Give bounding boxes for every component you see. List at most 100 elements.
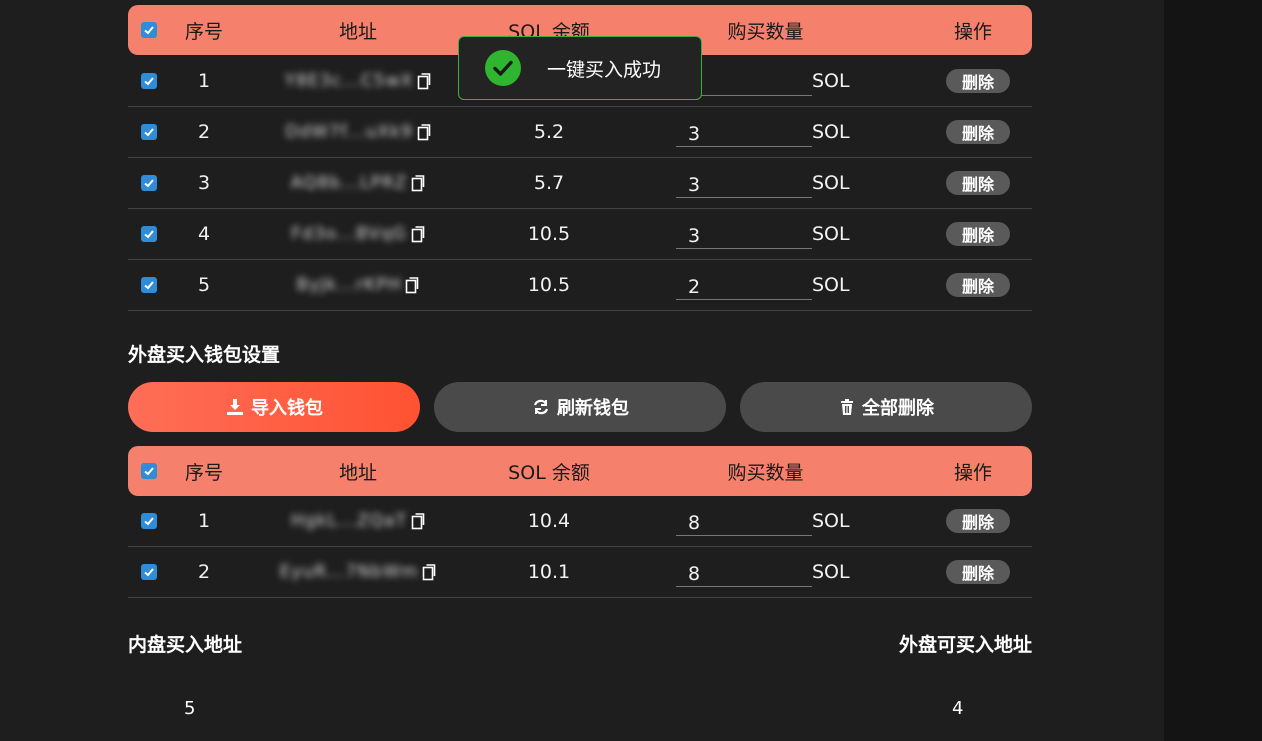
- wallet-address: DdW7f...uXk9: [285, 122, 413, 142]
- buy-quantity-input[interactable]: [676, 557, 812, 587]
- row-index: 3: [197, 172, 211, 194]
- wallet-row: 3 AQ8b...LPRZ 5.7 SOL 删除: [128, 158, 1032, 209]
- header-quantity: 购买数量: [727, 461, 804, 484]
- row-address: AQ8b...LPRZ: [278, 158, 438, 208]
- delete-button[interactable]: 删除: [946, 222, 1010, 246]
- inner-buy-address-count: 5: [184, 698, 196, 719]
- header-action: 操作: [953, 461, 992, 484]
- row-checkbox[interactable]: [138, 107, 160, 157]
- row-unit: SOL: [812, 121, 850, 143]
- row-action: 删除: [943, 56, 1013, 106]
- row-index: 4: [197, 223, 211, 245]
- row-quantity: [676, 260, 814, 310]
- refresh-wallet-button[interactable]: 刷新钱包: [434, 382, 726, 432]
- row-unit: SOL: [812, 172, 850, 194]
- row-balance: 5.7: [533, 172, 565, 194]
- row-checkbox[interactable]: [138, 496, 160, 546]
- outer-table-header: 序号 地址 SOL 余额 购买数量 操作: [128, 446, 1032, 496]
- header-address: 地址: [338, 461, 377, 484]
- header-index: 序号: [184, 461, 223, 484]
- row-checkbox[interactable]: [138, 547, 160, 597]
- copy-icon[interactable]: [417, 123, 431, 141]
- row-unit: SOL: [812, 510, 850, 532]
- row-address: HgkL...ZQaT: [278, 496, 438, 546]
- check-circle-icon: [485, 50, 521, 86]
- buy-quantity-input[interactable]: [676, 219, 812, 249]
- row-checkbox[interactable]: [138, 209, 160, 259]
- row-unit: SOL: [812, 274, 850, 296]
- row-checkbox[interactable]: [138, 260, 160, 310]
- checkbox-checked-icon: [141, 226, 157, 242]
- wallet-address: EyuR...7NbWm: [279, 562, 419, 582]
- wallet-address: Fd3o...BVqG: [291, 224, 407, 244]
- wallet-row: 4 Fd3o...BVqG 10.5 SOL 删除: [128, 209, 1032, 260]
- checkbox-checked-icon: [141, 513, 157, 529]
- row-balance: 10.5: [527, 274, 571, 296]
- delete-button[interactable]: 删除: [946, 509, 1010, 533]
- wallet-row: 2 DdW7f...uXk9 5.2 SOL 删除: [128, 107, 1032, 158]
- import-wallet-button[interactable]: 导入钱包: [128, 382, 420, 432]
- copy-icon[interactable]: [411, 512, 425, 530]
- copy-icon[interactable]: [417, 72, 431, 90]
- row-action: 删除: [943, 107, 1013, 157]
- row-index: 2: [197, 121, 211, 143]
- wallet-row: 2 EyuR...7NbWm 10.1 SOL 删除: [128, 547, 1032, 598]
- row-index: 1: [197, 70, 211, 92]
- row-checkbox[interactable]: [138, 56, 160, 106]
- delete-button[interactable]: 删除: [946, 560, 1010, 584]
- checkbox-checked-icon: [141, 22, 157, 38]
- row-quantity: [676, 547, 814, 597]
- wallet-row: 5 ByJk...rKPH 10.5 SOL 删除: [128, 260, 1032, 311]
- wallet-address: AQ8b...LPRZ: [290, 173, 408, 193]
- row-unit: SOL: [812, 70, 850, 92]
- row-action: 删除: [943, 496, 1013, 546]
- wallet-row: 1 HgkL...ZQaT 10.4 SOL 删除: [128, 496, 1032, 547]
- row-action: 删除: [943, 209, 1013, 259]
- copy-icon[interactable]: [405, 276, 419, 294]
- row-index: 2: [197, 561, 211, 583]
- checkbox-checked-icon: [141, 73, 157, 89]
- delete-button[interactable]: 删除: [946, 69, 1010, 93]
- right-panel-edge: [1164, 0, 1262, 741]
- wallet-address: Y8E3c...C5wX: [284, 71, 414, 91]
- delete-button[interactable]: 删除: [946, 120, 1010, 144]
- buy-quantity-input[interactable]: [676, 506, 812, 536]
- row-quantity: [676, 107, 814, 157]
- select-all-checkbox[interactable]: [138, 5, 160, 55]
- delete-button[interactable]: 删除: [946, 273, 1010, 297]
- delete-all-button[interactable]: 全部删除: [740, 382, 1032, 432]
- outer-select-all-checkbox[interactable]: [138, 446, 160, 496]
- checkbox-checked-icon: [141, 277, 157, 293]
- buy-quantity-input[interactable]: [676, 168, 812, 198]
- row-action: 删除: [943, 547, 1013, 597]
- row-checkbox[interactable]: [138, 158, 160, 208]
- buy-quantity-input[interactable]: [676, 270, 812, 300]
- outer-section-title: 外盘买入钱包设置: [128, 344, 281, 366]
- row-balance: 5.2: [533, 121, 565, 143]
- wallet-address: ByJk...rKPH: [296, 275, 402, 295]
- checkbox-checked-icon: [141, 124, 157, 140]
- buy-quantity-input[interactable]: [676, 117, 812, 147]
- row-action: 删除: [943, 260, 1013, 310]
- row-address: Y8E3c...C5wX: [278, 56, 438, 106]
- row-action: 删除: [943, 158, 1013, 208]
- outer-buy-address-count: 4: [952, 698, 964, 719]
- row-address: EyuR...7NbWm: [278, 547, 438, 597]
- copy-icon[interactable]: [411, 174, 425, 192]
- row-unit: SOL: [812, 561, 850, 583]
- delete-button[interactable]: 删除: [946, 171, 1010, 195]
- row-balance: 10.4: [527, 510, 571, 532]
- refresh-icon: [533, 399, 549, 415]
- import-wallet-label: 导入钱包: [251, 398, 323, 419]
- row-quantity: [676, 209, 814, 259]
- trash-icon: [841, 399, 853, 415]
- copy-icon[interactable]: [422, 563, 436, 581]
- header-address: 地址: [338, 20, 377, 43]
- copy-icon[interactable]: [411, 225, 425, 243]
- inner-buy-address-label: 内盘买入地址: [128, 634, 243, 656]
- outer-buy-address-label: 外盘可买入地址: [898, 634, 1032, 656]
- header-index: 序号: [184, 20, 223, 43]
- checkbox-checked-icon: [141, 463, 157, 479]
- row-index: 1: [197, 510, 211, 532]
- wallet-actions-bar: 导入钱包 刷新钱包 全部删除: [128, 382, 1032, 432]
